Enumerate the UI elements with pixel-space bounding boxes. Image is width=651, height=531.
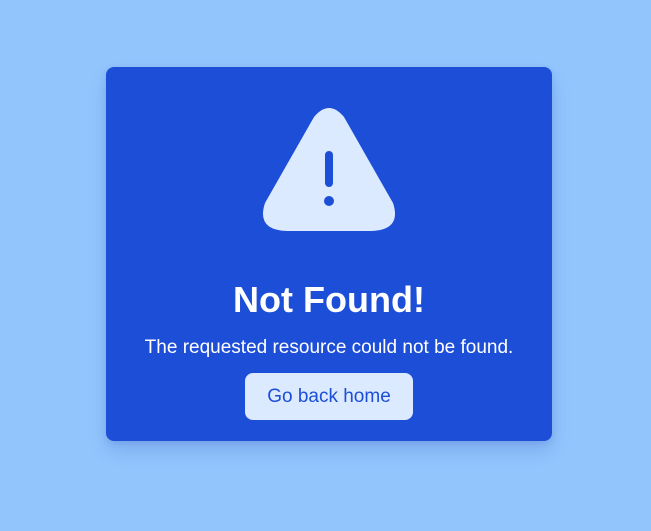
error-message: The requested resource could not be foun… — [144, 337, 514, 358]
go-back-home-button[interactable]: Go back home — [245, 373, 413, 420]
error-title: Not Found! — [233, 279, 425, 320]
error-card: Not Found! The requested resource could … — [106, 67, 552, 441]
warning-icon-container — [106, 105, 552, 233]
warning-triangle-icon — [262, 108, 396, 231]
